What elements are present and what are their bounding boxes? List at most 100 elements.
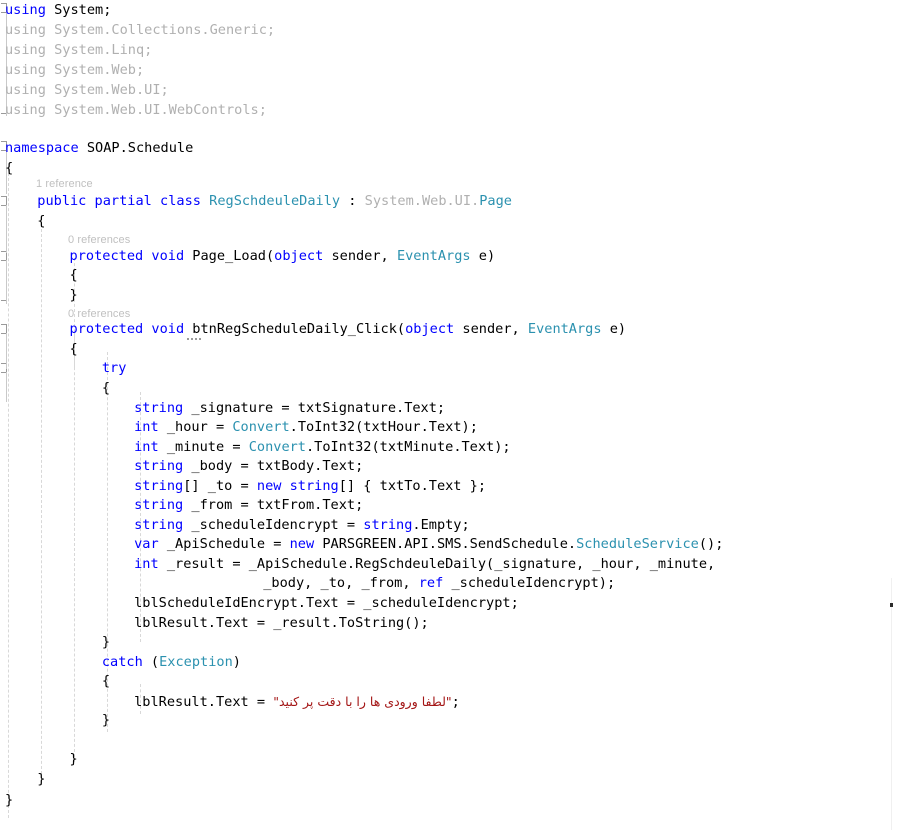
code-line[interactable]: string _scheduleIdencrypt = string.Empty…	[134, 516, 470, 536]
code-line[interactable]: namespace SOAP.Schedule	[5, 139, 193, 159]
code-token-dim: using System.Web.UI.WebControls;	[5, 102, 267, 118]
code-line[interactable]: string[] _to = new string[] { txtTo.Text…	[134, 477, 486, 497]
code-token-kw: int	[134, 439, 159, 455]
code-token-plain: .ToInt32(txtMinute.Text);	[306, 439, 511, 455]
code-line[interactable]: lblResult.Text = _result.ToString();	[134, 614, 429, 634]
code-token-plain: _scheduleIdencrypt =	[183, 517, 363, 533]
code-token-type: EventArgs	[397, 248, 471, 264]
code-line[interactable]: protected void Page_Load(object sender, …	[70, 247, 496, 267]
code-line[interactable]: try	[102, 359, 127, 379]
code-token-kw: string	[134, 478, 183, 494]
code-line[interactable]: using System.Collections.Generic;	[5, 21, 275, 41]
code-line[interactable]: using System.Linq;	[5, 41, 152, 61]
right-margin-rule	[891, 578, 892, 830]
code-line[interactable]: using System.Web.UI.WebControls;	[5, 101, 267, 121]
code-text-area[interactable]: using System;using System.Collections.Ge…	[0, 0, 908, 830]
code-line[interactable]: {	[70, 340, 78, 360]
code-line[interactable]: using System;	[5, 1, 111, 21]
code-line[interactable]: }	[70, 750, 78, 770]
code-token-type: Convert	[232, 419, 289, 435]
code-line[interactable]: int _result = _ApiSchedule.RegSchdeuleDa…	[134, 555, 715, 575]
code-token-plain: }	[70, 287, 78, 303]
code-token-plain: {	[70, 341, 78, 357]
code-token-kw: new string	[257, 478, 339, 494]
code-token-kw: string	[134, 517, 183, 533]
code-token-plain: _hour =	[159, 419, 233, 435]
code-token-type: Page	[479, 193, 512, 209]
code-token-kw: public partial class	[37, 193, 201, 209]
code-token-plain: _body, _to, _from,	[263, 575, 419, 591]
code-token-kw: protected void	[70, 248, 185, 264]
code-token-plain: (	[143, 654, 159, 670]
code-line[interactable]: var _ApiSchedule = new PARSGREEN.API.SMS…	[134, 535, 723, 555]
code-line[interactable]: string _from = txtFrom.Text;	[134, 496, 363, 516]
code-token-kw: try	[102, 360, 127, 376]
code-line[interactable]: {	[37, 212, 45, 232]
quick-actions-icon[interactable]	[187, 335, 201, 340]
code-line[interactable]: int _hour = Convert.ToInt32(txtHour.Text…	[134, 418, 478, 438]
code-token-plain: {	[70, 267, 78, 283]
code-token-plain: _result = _ApiSchedule.RegSchdeuleDaily(…	[159, 556, 716, 572]
code-token-plain: _from = txtFrom.Text;	[183, 497, 363, 513]
code-token-plain: sender,	[454, 321, 528, 337]
code-token-kw: int	[134, 419, 159, 435]
code-line[interactable]: }	[102, 711, 110, 731]
code-token-plain: PARSGREEN.API.SMS.SendSchedule.	[314, 536, 576, 552]
code-line[interactable]: catch (Exception)	[102, 653, 241, 673]
code-line[interactable]: string _signature = txtSignature.Text;	[134, 399, 445, 419]
code-line[interactable]: using System.Web;	[5, 61, 144, 81]
code-token-kw: string	[134, 400, 183, 416]
code-token-plain: {	[5, 160, 13, 176]
code-token-dim: using System.Collections.Generic;	[5, 22, 275, 38]
code-token-type: Convert	[249, 439, 306, 455]
code-line[interactable]: string _body = txtBody.Text;	[134, 457, 363, 477]
code-token-plain: }	[102, 712, 110, 728]
code-token-plain: lblScheduleIdEncrypt.Text = _scheduleIde…	[134, 595, 519, 611]
code-token-plain: btnRegScheduleDaily_Click(	[184, 321, 405, 337]
code-token-plain: {	[37, 213, 45, 229]
text-caret	[890, 603, 893, 607]
code-token-kw: object	[274, 248, 323, 264]
code-token-plain: System;	[46, 2, 111, 18]
code-token-plain: [] _to =	[183, 478, 257, 494]
code-token-kw: new	[290, 536, 315, 552]
code-token-plain: ();	[699, 536, 724, 552]
code-line[interactable]: }	[102, 633, 110, 653]
code-token-kw: protected void	[70, 321, 185, 337]
code-line[interactable]: _body, _to, _from, ref _scheduleIdencryp…	[263, 574, 615, 594]
code-token-dim: using System.Web.UI;	[5, 82, 169, 98]
code-token-plain: }	[102, 634, 110, 650]
code-line[interactable]: }	[37, 770, 45, 790]
code-line[interactable]: using System.Web.UI;	[5, 81, 169, 101]
code-token-plain: {	[102, 673, 110, 689]
code-token-plain: e)	[602, 321, 627, 337]
code-line[interactable]: int _minute = Convert.ToInt32(txtMinute.…	[134, 438, 511, 458]
code-line[interactable]: {	[102, 379, 110, 399]
code-line[interactable]: lblResult.Text = "لطفا ورودی ها را با دق…	[134, 692, 460, 712]
code-token-plain: _body = txtBody.Text;	[183, 458, 363, 474]
code-token-kw: ref	[419, 575, 444, 591]
code-token-plain	[201, 193, 209, 209]
code-token-plain: )	[233, 654, 241, 670]
code-line[interactable]: lblScheduleIdEncrypt.Text = _scheduleIde…	[134, 594, 519, 614]
code-token-type: ScheduleService	[576, 536, 699, 552]
code-line[interactable]: protected void btnRegScheduleDaily_Click…	[70, 320, 627, 340]
code-token-kw: var	[134, 536, 159, 552]
code-token-kw: string	[134, 497, 183, 513]
code-line[interactable]: {	[5, 159, 13, 179]
code-editor-surface[interactable]: 1 reference0 references0 references usin…	[0, 0, 908, 830]
code-line[interactable]: }	[5, 791, 13, 811]
code-token-dim: System.Web.UI.	[365, 193, 480, 209]
code-token-plain: _scheduleIdencrypt);	[443, 575, 615, 591]
code-token-kw: int	[134, 556, 159, 572]
code-token-plain: }	[70, 751, 78, 767]
code-token-plain: _minute =	[159, 439, 249, 455]
code-token-kw: catch	[102, 654, 143, 670]
code-line[interactable]: public partial class RegSchdeuleDaily : …	[37, 192, 512, 212]
code-token-plain: [] { txtTo.Text };	[339, 478, 486, 494]
code-line[interactable]: {	[102, 672, 110, 692]
code-line[interactable]: }	[70, 286, 78, 306]
code-token-plain: lblResult.Text =	[134, 694, 273, 710]
code-line[interactable]: {	[70, 266, 78, 286]
code-token-kw: using	[5, 2, 46, 18]
